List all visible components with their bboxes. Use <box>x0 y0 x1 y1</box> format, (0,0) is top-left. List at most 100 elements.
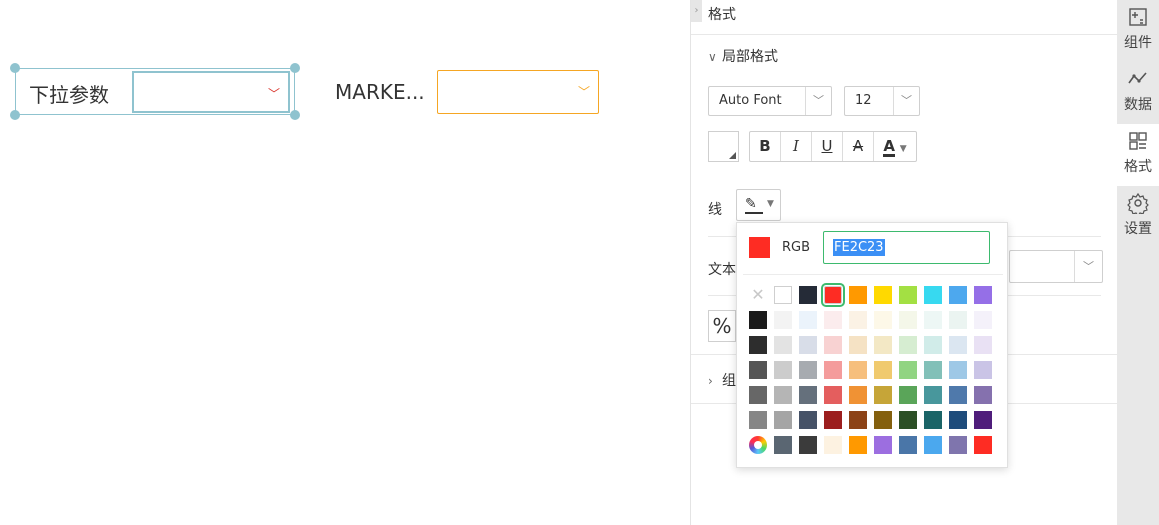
percent-button[interactable]: % <box>708 310 736 342</box>
color-swatch[interactable] <box>774 336 792 354</box>
dropdown-param-widget[interactable]: 下拉参数 ﹀ <box>10 63 300 120</box>
color-swatch[interactable] <box>849 336 867 354</box>
color-swatch[interactable] <box>874 336 892 354</box>
collapse-panel-button[interactable]: › <box>691 0 702 22</box>
color-swatch[interactable] <box>824 311 842 329</box>
color-swatch[interactable] <box>874 411 892 429</box>
color-swatch[interactable] <box>799 336 817 354</box>
color-swatch[interactable] <box>924 386 942 404</box>
sidebar-item-component[interactable]: 组件 <box>1117 0 1159 62</box>
font-family-select[interactable]: Auto Font ﹀ <box>708 86 832 116</box>
resize-handle[interactable] <box>290 110 300 120</box>
font-size-value: 12 <box>855 93 872 108</box>
color-wheel-icon[interactable] <box>749 436 767 454</box>
color-swatch[interactable] <box>924 286 942 304</box>
group-section-header[interactable]: › 组 <box>708 370 736 390</box>
color-swatch[interactable] <box>874 311 892 329</box>
color-swatch[interactable] <box>899 311 917 329</box>
font-color-button[interactable]: A ▼ <box>874 132 916 161</box>
color-swatch[interactable] <box>799 436 817 454</box>
color-swatch[interactable] <box>949 411 967 429</box>
color-swatch[interactable] <box>899 386 917 404</box>
color-swatch[interactable] <box>799 386 817 404</box>
no-color-icon[interactable]: ✕ <box>749 286 767 304</box>
color-swatch[interactable] <box>949 436 967 454</box>
color-swatch[interactable] <box>824 336 842 354</box>
dropdown-select[interactable]: ﹀ <box>437 70 599 114</box>
color-swatch[interactable] <box>899 411 917 429</box>
dropdown-select[interactable]: ﹀ <box>132 71 290 113</box>
color-swatch[interactable] <box>774 361 792 379</box>
color-swatch[interactable] <box>799 286 817 304</box>
resize-handle[interactable] <box>290 63 300 73</box>
color-swatch[interactable] <box>974 386 992 404</box>
underline-button[interactable]: U <box>812 132 843 161</box>
text-option-select[interactable]: ﹀ <box>1009 250 1103 283</box>
color-swatch[interactable] <box>974 311 992 329</box>
line-color-button[interactable]: ✎ ▼ <box>736 189 781 221</box>
sidebar-item-data[interactable]: 数据 <box>1117 62 1159 124</box>
strikethrough-button[interactable]: A <box>843 132 874 161</box>
color-swatch[interactable] <box>924 436 942 454</box>
color-swatch[interactable] <box>874 386 892 404</box>
sidebar-item-settings[interactable]: 设置 <box>1117 186 1159 248</box>
color-swatch[interactable] <box>824 411 842 429</box>
background-color-button[interactable] <box>708 131 739 162</box>
color-swatch[interactable] <box>774 411 792 429</box>
panel-title: 格式 <box>708 7 736 23</box>
color-swatch[interactable] <box>849 361 867 379</box>
color-swatch[interactable] <box>949 311 967 329</box>
color-swatch[interactable] <box>924 336 942 354</box>
sidebar-item-format[interactable]: 格式 <box>1117 124 1159 186</box>
color-swatch[interactable] <box>974 336 992 354</box>
color-swatch[interactable] <box>749 386 767 404</box>
color-swatch[interactable] <box>799 411 817 429</box>
color-swatch[interactable] <box>874 286 892 304</box>
hex-color-input[interactable] <box>823 231 990 264</box>
color-swatch[interactable] <box>899 361 917 379</box>
color-swatch[interactable] <box>749 311 767 329</box>
color-swatch[interactable] <box>949 286 967 304</box>
color-swatch[interactable] <box>899 436 917 454</box>
font-size-select[interactable]: 12 ﹀ <box>844 86 920 116</box>
bold-button[interactable]: B <box>750 132 781 161</box>
color-swatch[interactable] <box>824 361 842 379</box>
color-swatch[interactable] <box>924 411 942 429</box>
color-swatch[interactable] <box>774 311 792 329</box>
color-swatch[interactable] <box>799 311 817 329</box>
color-swatch[interactable] <box>849 311 867 329</box>
color-swatch[interactable] <box>924 361 942 379</box>
color-swatch[interactable] <box>774 436 792 454</box>
color-swatch[interactable] <box>899 286 917 304</box>
color-swatch[interactable] <box>774 286 792 304</box>
local-format-section-header[interactable]: ∨ 局部格式 <box>708 46 778 66</box>
color-swatch[interactable] <box>874 361 892 379</box>
color-swatch[interactable] <box>849 436 867 454</box>
color-swatch[interactable] <box>974 411 992 429</box>
color-picker-popup: RGB FE2C23 ✕ <box>736 222 1008 468</box>
color-swatch[interactable] <box>849 411 867 429</box>
color-swatch[interactable] <box>749 361 767 379</box>
color-swatch[interactable] <box>821 283 845 307</box>
color-swatch[interactable] <box>799 361 817 379</box>
color-swatch[interactable] <box>824 386 842 404</box>
color-swatch[interactable] <box>749 411 767 429</box>
italic-button[interactable]: I <box>781 132 812 161</box>
resize-handle[interactable] <box>10 63 20 73</box>
color-swatch[interactable] <box>874 436 892 454</box>
color-swatch[interactable] <box>974 286 992 304</box>
color-swatch[interactable] <box>849 386 867 404</box>
color-swatch[interactable] <box>749 336 767 354</box>
resize-handle[interactable] <box>10 110 20 120</box>
color-swatch[interactable] <box>949 386 967 404</box>
color-swatch[interactable] <box>924 311 942 329</box>
color-swatch[interactable] <box>949 336 967 354</box>
color-swatch[interactable] <box>974 361 992 379</box>
color-swatch[interactable] <box>849 286 867 304</box>
color-swatch[interactable] <box>899 336 917 354</box>
color-swatch[interactable] <box>974 436 992 454</box>
color-swatch[interactable] <box>949 361 967 379</box>
color-swatch[interactable] <box>824 436 842 454</box>
color-swatch[interactable] <box>774 386 792 404</box>
chevron-down-icon: ﹀ <box>805 87 831 115</box>
